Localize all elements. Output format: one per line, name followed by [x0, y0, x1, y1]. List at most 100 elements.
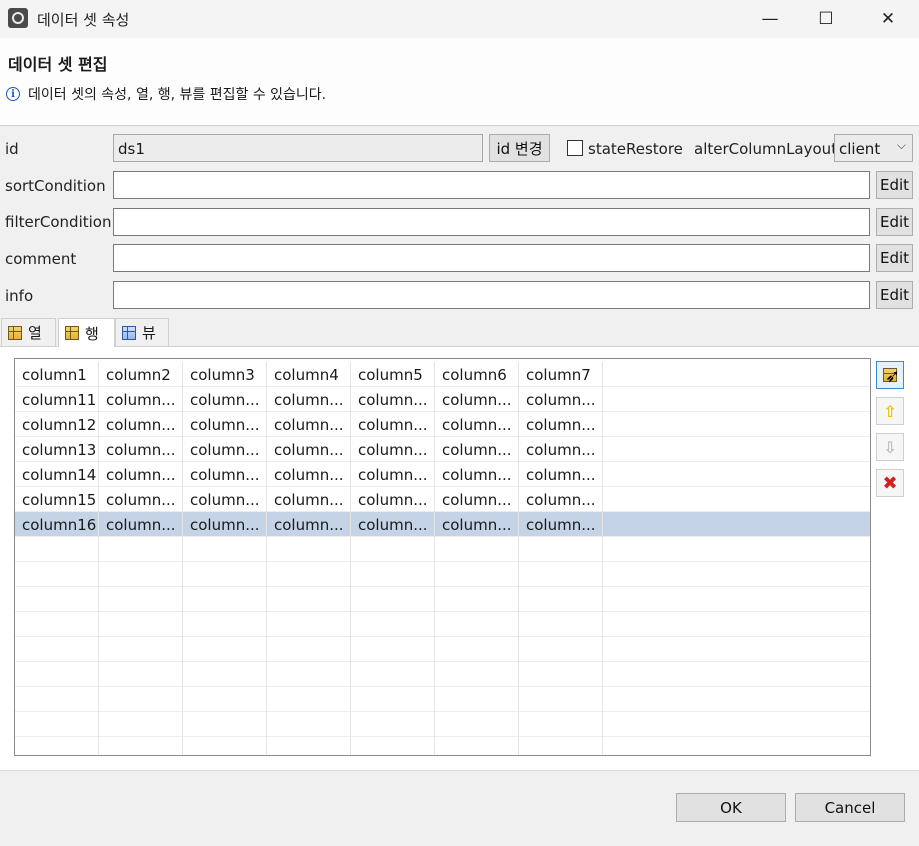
- table-cell[interactable]: column5: [351, 362, 435, 387]
- table-row[interactable]: column11 column... column... column... colum…: [15, 387, 870, 412]
- table-cell[interactable]: column...: [183, 487, 267, 512]
- table-cell[interactable]: column...: [351, 462, 435, 487]
- table-cell[interactable]: column15: [15, 487, 99, 512]
- info-field[interactable]: [113, 281, 870, 309]
- tab-views[interactable]: 뷰: [115, 318, 169, 346]
- table-row[interactable]: column14 column... column... column... colum…: [15, 462, 870, 487]
- maximize-button[interactable]: ☐: [798, 0, 854, 38]
- table-cell[interactable]: column12: [15, 412, 99, 437]
- filter-edit-button[interactable]: Edit: [876, 208, 913, 236]
- ok-button[interactable]: OK: [676, 793, 786, 822]
- empty-cell: [99, 562, 183, 587]
- empty-cell: [267, 612, 351, 637]
- table-cell[interactable]: column...: [435, 512, 519, 537]
- sort-edit-button[interactable]: Edit: [876, 171, 913, 199]
- table-cell[interactable]: column...: [351, 512, 435, 537]
- delete-row-button[interactable]: ✖: [876, 469, 904, 497]
- table-cell[interactable]: column...: [519, 412, 603, 437]
- move-down-button[interactable]: ⇩: [876, 433, 904, 461]
- table-cell[interactable]: column...: [267, 512, 351, 537]
- table-cell[interactable]: column...: [99, 487, 183, 512]
- table-cell[interactable]: column...: [351, 487, 435, 512]
- empty-cell: [15, 712, 99, 737]
- state-restore-checkbox[interactable]: [567, 140, 583, 156]
- table-cell[interactable]: column...: [99, 412, 183, 437]
- empty-cell: [519, 637, 603, 662]
- comment-field[interactable]: [113, 244, 870, 272]
- table-cell[interactable]: column1: [15, 362, 99, 387]
- table-row[interactable]: column15 column... column... column... colum…: [15, 487, 870, 512]
- table-cell[interactable]: column...: [435, 487, 519, 512]
- table-cell[interactable]: column16: [15, 512, 99, 537]
- minimize-button[interactable]: —: [742, 0, 798, 38]
- table-cell[interactable]: column...: [183, 462, 267, 487]
- grid-header-row[interactable]: column1 column2 column3 column4 column5 colum…: [15, 362, 870, 387]
- rows-grid[interactable]: column1 column2 column3 column4 column5 colum…: [14, 358, 871, 756]
- close-button[interactable]: ✕: [860, 0, 916, 38]
- empty-row: [15, 687, 870, 712]
- table-cell[interactable]: column...: [519, 437, 603, 462]
- empty-cell: [99, 537, 183, 562]
- table-cell[interactable]: column...: [435, 462, 519, 487]
- empty-row: [15, 737, 870, 755]
- table-row[interactable]: column16 column... column... column... colum…: [15, 512, 870, 537]
- filter-condition-field[interactable]: [113, 208, 870, 236]
- table-cell[interactable]: column13: [15, 437, 99, 462]
- table-cell[interactable]: column...: [267, 387, 351, 412]
- table-cell[interactable]: column11: [15, 387, 99, 412]
- table-cell[interactable]: column...: [183, 437, 267, 462]
- table-cell[interactable]: column2: [99, 362, 183, 387]
- cancel-button[interactable]: Cancel: [795, 793, 905, 822]
- empty-cell: [435, 712, 519, 737]
- empty-cell: [351, 537, 435, 562]
- table-cell[interactable]: column...: [183, 387, 267, 412]
- table-row[interactable]: column13 column... column... column... colum…: [15, 437, 870, 462]
- id-label: id: [5, 140, 19, 158]
- tab-columns[interactable]: 열: [1, 318, 56, 346]
- table-cell[interactable]: column...: [435, 412, 519, 437]
- description: i 데이터 셋의 속성, 열, 행, 뷰를 편집할 수 있습니다.: [6, 84, 326, 104]
- table-cell[interactable]: column...: [267, 412, 351, 437]
- page-title: 데이터 셋 편집: [8, 55, 108, 74]
- table-row[interactable]: column12 column... column... column... colum…: [15, 412, 870, 437]
- table-cell[interactable]: column...: [519, 387, 603, 412]
- table-cell[interactable]: column...: [519, 512, 603, 537]
- table-cell[interactable]: column...: [435, 387, 519, 412]
- comment-edit-button[interactable]: Edit: [876, 244, 913, 272]
- empty-cell: [267, 712, 351, 737]
- table-cell[interactable]: column...: [351, 437, 435, 462]
- table-cell[interactable]: column...: [99, 462, 183, 487]
- tab-label: 뷰: [142, 324, 156, 342]
- id-field[interactable]: ds1: [113, 134, 483, 162]
- table-cell[interactable]: column...: [519, 462, 603, 487]
- tab-rows[interactable]: 행: [58, 318, 115, 347]
- table-cell[interactable]: column14: [15, 462, 99, 487]
- table-cell[interactable]: column...: [519, 487, 603, 512]
- info-edit-button[interactable]: Edit: [876, 281, 913, 309]
- move-up-button[interactable]: ⇧: [876, 397, 904, 425]
- empty-cell: [351, 737, 435, 755]
- id-change-button[interactable]: id 변경: [489, 134, 550, 162]
- table-cell[interactable]: column...: [267, 487, 351, 512]
- table-cell[interactable]: column...: [99, 512, 183, 537]
- table-cell[interactable]: column7: [519, 362, 603, 387]
- table-cell[interactable]: column...: [351, 412, 435, 437]
- empty-cell: [351, 687, 435, 712]
- empty-cell: [183, 637, 267, 662]
- state-restore-label: stateRestore: [588, 140, 683, 158]
- table-cell[interactable]: column...: [267, 462, 351, 487]
- table-cell[interactable]: column...: [435, 437, 519, 462]
- table-cell[interactable]: column...: [351, 387, 435, 412]
- table-cell[interactable]: column...: [267, 437, 351, 462]
- table-cell[interactable]: column...: [183, 412, 267, 437]
- info-label: info: [5, 287, 34, 305]
- empty-cell: [267, 737, 351, 755]
- alter-column-layout-select[interactable]: client ⌵: [834, 134, 913, 162]
- table-cell[interactable]: column...: [183, 512, 267, 537]
- sort-condition-field[interactable]: [113, 171, 870, 199]
- table-cell[interactable]: column6: [435, 362, 519, 387]
- table-cell[interactable]: column3: [183, 362, 267, 387]
- table-cell[interactable]: column4: [267, 362, 351, 387]
- table-cell[interactable]: column...: [99, 387, 183, 412]
- table-cell[interactable]: column...: [99, 437, 183, 462]
